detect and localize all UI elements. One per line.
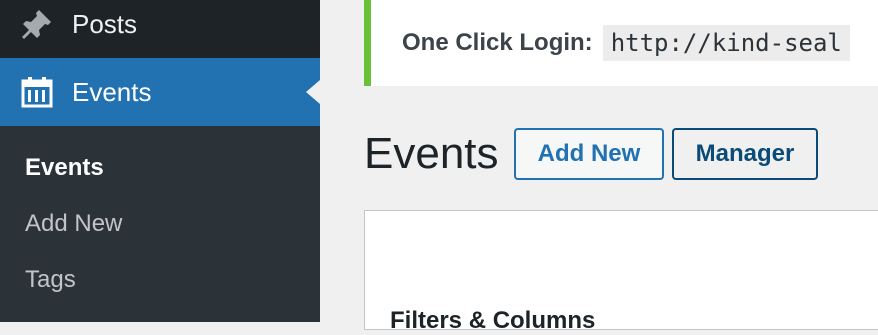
notice-label: One Click Login: [402,29,593,56]
page-title: Events [364,129,499,178]
pushpin-icon [17,4,57,44]
menu-item-label: Events [72,76,152,107]
current-menu-pointer [306,80,320,104]
events-submenu: Events Add New Tags [0,126,320,322]
login-url[interactable]: http://kind-seal [602,25,850,61]
admin-sidebar: Posts Events Events Add New Tags [0,0,320,322]
menu-item-events[interactable]: Events [0,58,320,126]
menu-item-posts[interactable]: Posts [0,0,320,56]
add-new-button[interactable]: Add New [514,128,664,180]
manager-button[interactable]: Manager [672,128,818,180]
submenu-item-tags[interactable]: Tags [25,266,76,294]
submenu-item-add-new[interactable]: Add New [25,210,122,238]
calendar-icon [17,72,57,112]
submenu-item-events[interactable]: Events [25,154,104,182]
panel-heading: Filters & Columns [390,307,596,334]
menu-item-label: Posts [72,8,138,39]
filters-panel: Filters & Columns [364,210,878,334]
one-click-login-notice: One Click Login: http://kind-seal [364,0,878,86]
